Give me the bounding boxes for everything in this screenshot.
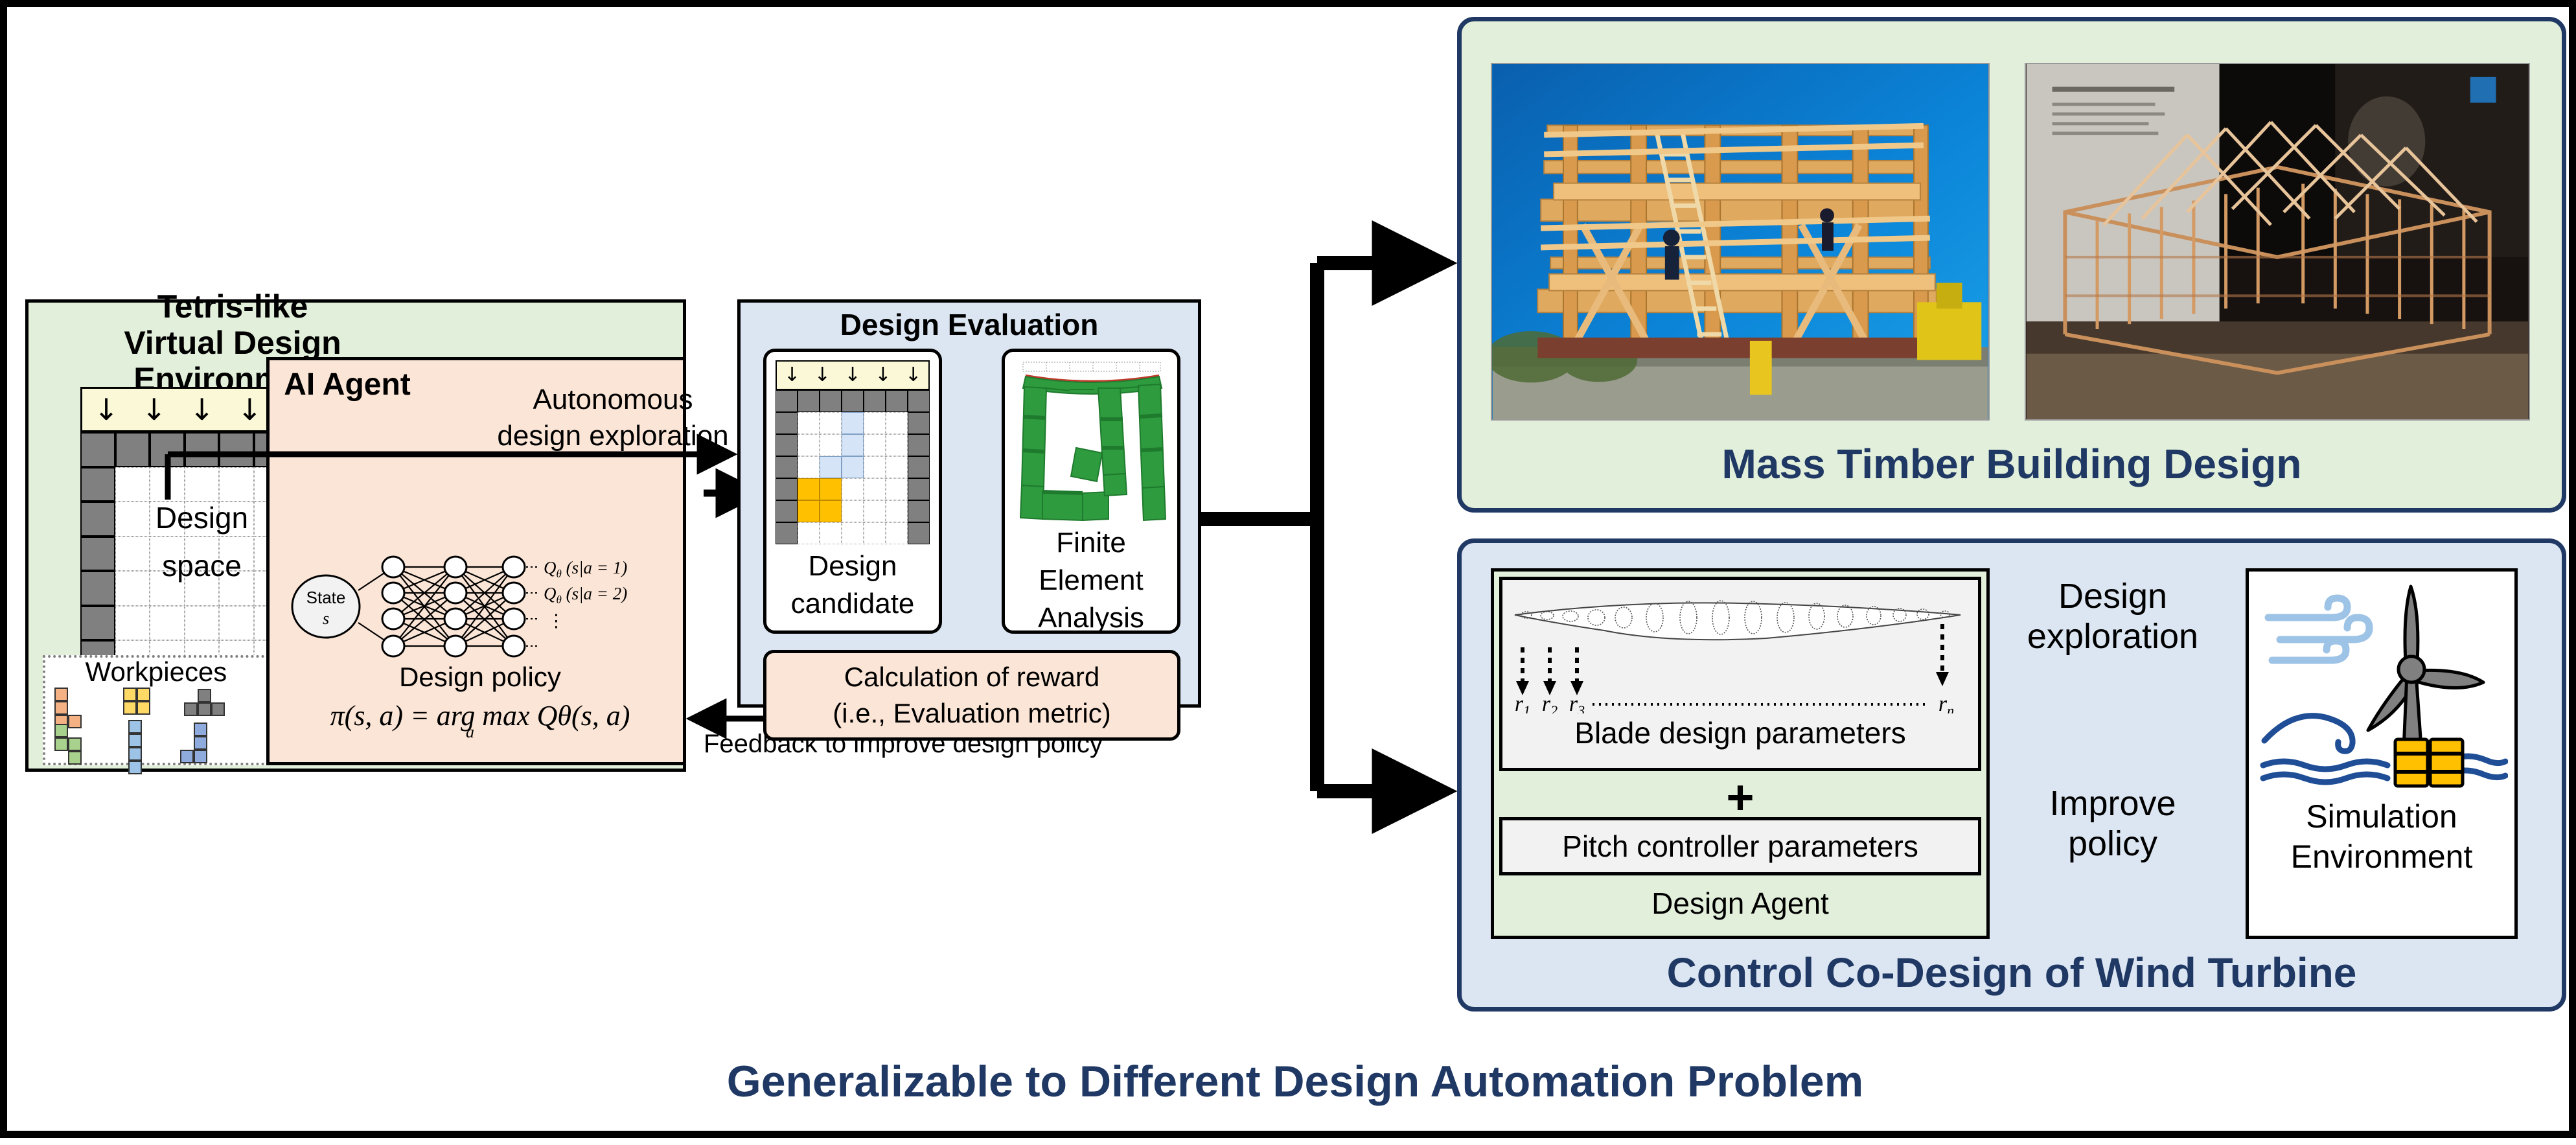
design-candidate-boundary-cell [842,390,864,412]
design-candidate-boundary-cell [776,478,798,500]
design-candidate-label-line1: Design [808,550,897,582]
design-candidate-empty-cell [798,434,820,456]
design-candidate-boundary-cell [886,390,908,412]
design-candidate-placed-cell-orange [820,500,842,522]
improve-policy-label: Improve policy [1999,784,2226,863]
design-candidate-placed-cell-blue [842,434,864,456]
design-candidate-empty-cell [864,522,886,544]
design-candidate-empty-cell [864,500,886,522]
design-exploration-line1: Design [2058,577,2168,616]
design-candidate-boundary-cell [798,390,820,412]
reward-calculation-label: Calculation of reward (i.e., Evaluation … [763,650,1180,741]
blade-geometry-diagram: r1 r2 r3 rn [1514,600,1961,713]
improve-policy-line1: Improve [2049,784,2176,823]
load-arrow-down-icon: ↓ [844,364,861,386]
design-candidate-boundary-cell [776,412,798,434]
design-candidate-boundary-cell [864,390,886,412]
fea-label-line2: Analysis [1038,602,1144,634]
design-candidate-placed-cell-orange [798,478,820,500]
design-candidate-empty-cell [886,500,908,522]
offshore-wind-turbine-icon [2260,584,2508,788]
design-candidate-empty-cell [798,456,820,478]
design-candidate-boundary-cell [776,434,798,456]
design-candidate-empty-cell [886,434,908,456]
design-evaluation-title: Design Evaluation [840,308,1099,341]
design-candidate-empty-cell [820,522,842,544]
design-candidate-empty-cell [842,500,864,522]
improve-policy-line2: policy [2067,824,2158,863]
design-candidate-boundary-cell [776,522,798,544]
plus-sign: + [1726,770,1754,824]
simulation-label-line2: Environment [2290,839,2473,875]
design-candidate-empty-cell [864,478,886,500]
design-candidate-empty-cell [886,478,908,500]
design-candidate-boundary-cell [908,456,930,478]
design-candidate-empty-cell [798,522,820,544]
design-agent-label: Design Agent [1651,886,1829,920]
design-candidate-label-line2: candidate [790,588,915,619]
autonomous-exploration-line2: design exploration [497,420,729,452]
design-candidate-placed-cell-orange [820,478,842,500]
design-candidate-empty-cell [886,412,908,434]
autonomous-exploration-line1: Autonomous [533,384,693,415]
design-candidate-boundary-cell [820,390,842,412]
mass-timber-title: Mass Timber Building Design [1721,441,2302,487]
design-candidate-boundary-cell [776,456,798,478]
design-candidate-empty-cell [886,522,908,544]
design-candidate-empty-cell [842,478,864,500]
design-candidate-empty-cell [798,412,820,434]
design-candidate-empty-cell [842,522,864,544]
fea-label-line1: Finite Element [1039,527,1144,596]
reward-line2: (i.e., Evaluation metric) [833,698,1111,728]
load-arrow-down-icon: ↓ [783,364,800,386]
design-exploration-line2: exploration [2027,617,2199,656]
design-candidate-placed-cell-blue [842,412,864,434]
simulation-label-line1: Simulation [2306,798,2457,835]
timber-frame-model-photo [2025,63,2530,421]
candidate-load-bar: ↓ ↓ ↓ ↓ ↓ [776,360,930,390]
autonomous-exploration-label: Autonomous design exploration [461,382,765,454]
design-candidate-label: Design candidate [763,546,942,624]
fea-label: Finite Element Analysis [1002,527,1180,634]
design-candidate-boundary-cell [908,390,930,412]
design-candidate-placed-cell-blue [842,456,864,478]
design-candidate-empty-cell [886,456,908,478]
pitch-parameters-label: Pitch controller parameters [1562,829,1918,863]
load-arrow-down-icon: ↓ [875,364,891,386]
design-candidate-empty-cell [820,412,842,434]
load-arrow-down-icon: ↓ [905,364,922,386]
design-candidate-empty-cell [864,456,886,478]
design-candidate-empty-cell [864,412,886,434]
design-candidate-boundary-cell [908,434,930,456]
design-candidate-boundary-cell [908,412,930,434]
fea-mesh-diagram [1019,362,1167,522]
design-candidate-boundary-cell [776,500,798,522]
mass-timber-construction-photo [1491,63,1990,421]
load-arrow-down-icon: ↓ [814,364,831,386]
design-candidate-grid [776,390,930,544]
design-candidate-boundary-cell [908,500,930,522]
design-candidate-placed-cell-orange [798,500,820,522]
design-candidate-empty-cell [820,434,842,456]
design-candidate-boundary-cell [908,478,930,500]
wind-turbine-title: Control Co-Design of Wind Turbine [1666,949,2357,996]
design-candidate-empty-cell [864,434,886,456]
figure-footer-title: Generalizable to Different Design Automa… [726,1056,1864,1106]
design-exploration-label: Design exploration [1999,577,2226,656]
design-candidate-boundary-cell [908,522,930,544]
design-candidate-placed-cell-blue [820,456,842,478]
figure-root: Tetris-like Virtual Design Environment ↓… [0,0,2576,1138]
design-candidate-boundary-cell [776,390,798,412]
blade-parameters-label: Blade design parameters [1574,716,1906,750]
simulation-environment-label: Simulation Environment [2246,794,2518,879]
reward-line1: Calculation of reward [844,662,1100,692]
